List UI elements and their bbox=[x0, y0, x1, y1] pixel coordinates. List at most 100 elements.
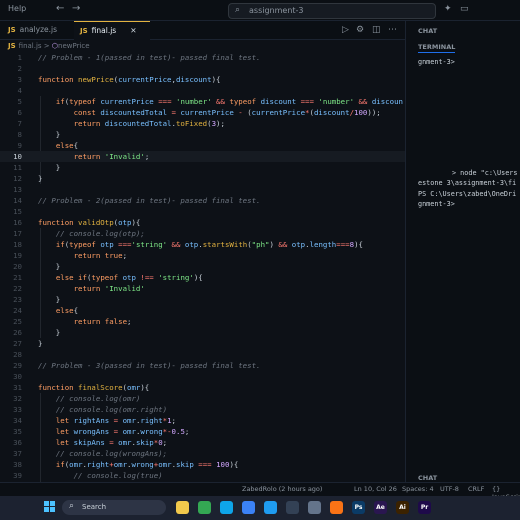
code-line[interactable]: 9 else{ bbox=[0, 140, 405, 151]
chat-footer[interactable]: CHAT bbox=[418, 474, 437, 482]
code-line[interactable]: 24 else{ bbox=[0, 305, 405, 316]
code-line[interactable]: 37 // console.log(wrongAns); bbox=[0, 448, 405, 459]
git-blame[interactable]: ZabedRolo (2 hours ago) bbox=[242, 485, 322, 493]
line-number: 31 bbox=[13, 383, 22, 392]
settings-app-icon[interactable] bbox=[308, 501, 321, 514]
code-text: else{ bbox=[55, 141, 79, 150]
run-icon[interactable]: ▷ bbox=[342, 25, 349, 35]
code-line[interactable]: 33 // console.log(omr.right) bbox=[0, 404, 405, 415]
menu-help[interactable]: Help bbox=[8, 4, 26, 13]
code-line[interactable]: 29 // Problem - 3(passed in test)- passed… bbox=[0, 360, 405, 371]
code-line[interactable]: 14 // Problem - 2(passed in test)- passed… bbox=[0, 195, 405, 206]
command-search-box[interactable]: ⌕ assignment-3 bbox=[228, 3, 436, 19]
code-line[interactable]: 28 bbox=[0, 349, 405, 360]
brave-app-icon[interactable] bbox=[330, 501, 343, 514]
code-text: } bbox=[38, 174, 43, 183]
line-number: 5 bbox=[17, 97, 22, 106]
line-number: 22 bbox=[13, 284, 22, 293]
chrome-app-icon[interactable] bbox=[198, 501, 211, 514]
code-line[interactable]: 16 function validOtp(otp){ bbox=[0, 217, 405, 228]
terminal-line: estone 3\assignment-3\fi bbox=[418, 179, 517, 187]
edge-app-icon[interactable] bbox=[220, 501, 233, 514]
code-line[interactable]: 11 } bbox=[0, 162, 405, 173]
explorer-app-icon[interactable] bbox=[176, 501, 189, 514]
code-line[interactable]: 38 if(omr.right+omr.wrong+omr.skip === 1… bbox=[0, 459, 405, 470]
code-line[interactable]: 25 return false; bbox=[0, 316, 405, 327]
cursor-position[interactable]: Ln 10, Col 26 bbox=[354, 485, 397, 493]
tab-label: analyze.js bbox=[19, 25, 58, 34]
tab-analyze-js[interactable]: JS analyze.js bbox=[4, 21, 74, 39]
taskbar-search[interactable]: ⌕ Search bbox=[62, 500, 166, 515]
line-number: 30 bbox=[13, 372, 22, 381]
line-number: 36 bbox=[13, 438, 22, 447]
line-number: 10 bbox=[13, 152, 22, 161]
code-line[interactable]: 18 if(typeof otp ==='string' && otp.star… bbox=[0, 239, 405, 250]
vscode-app-icon[interactable] bbox=[264, 501, 277, 514]
code-line[interactable]: 36 let skipAns = omr.skip*0; bbox=[0, 437, 405, 448]
photoshop-app-icon[interactable]: Ps bbox=[352, 501, 365, 514]
line-number: 6 bbox=[17, 108, 22, 117]
close-tab-icon[interactable]: ✕ bbox=[130, 26, 136, 35]
code-line[interactable]: 19 return true; bbox=[0, 250, 405, 261]
code-line[interactable]: 3 function newPrice(currentPrice,discount… bbox=[0, 74, 405, 85]
after-effects-app-icon[interactable]: Ae bbox=[374, 501, 387, 514]
code-line[interactable]: 34 let rightAns = omr.right*1; bbox=[0, 415, 405, 426]
line-ending[interactable]: CRLF bbox=[468, 485, 484, 493]
more-actions-icon[interactable]: ⋯ bbox=[388, 25, 397, 35]
illustrator-app-icon[interactable]: Ai bbox=[396, 501, 409, 514]
line-number: 24 bbox=[13, 306, 22, 315]
terminal-app-icon[interactable] bbox=[286, 501, 299, 514]
code-text: // Problem - 2(passed in test)- passed f… bbox=[38, 196, 261, 205]
code-line[interactable]: 31 function finalScore(omr){ bbox=[0, 382, 405, 393]
line-number: 21 bbox=[13, 273, 22, 282]
line-number: 23 bbox=[13, 295, 22, 304]
code-text: if(typeof currentPrice === 'number' && t… bbox=[55, 97, 403, 106]
code-line[interactable]: 20 } bbox=[0, 261, 405, 272]
code-line[interactable]: 23 } bbox=[0, 294, 405, 305]
forward-arrow-icon[interactable]: → bbox=[72, 3, 80, 14]
code-line[interactable]: 26 } bbox=[0, 327, 405, 338]
code-editor[interactable]: 1 // Problem - 1(passed in test)- passed … bbox=[0, 52, 405, 482]
code-line[interactable]: 39 // console.log(true) bbox=[0, 470, 405, 481]
code-text: let wrongAns = omr.wrong*-0.5; bbox=[55, 427, 190, 436]
search-icon: ⌕ bbox=[69, 501, 75, 511]
chat-header[interactable]: CHAT bbox=[418, 27, 437, 35]
split-editor-icon[interactable]: ◫ bbox=[372, 25, 381, 35]
encoding[interactable]: UTF-8 bbox=[440, 485, 459, 493]
javascript-file-icon: JS bbox=[80, 27, 88, 35]
code-line[interactable]: 10 return 'Invalid'; bbox=[0, 151, 405, 162]
code-line[interactable]: 15 bbox=[0, 206, 405, 217]
code-line[interactable]: 27} bbox=[0, 338, 405, 349]
code-line[interactable]: 6 const discountedTotal = currentPrice -… bbox=[0, 107, 405, 118]
code-line[interactable]: 17 // console.log(otp); bbox=[0, 228, 405, 239]
code-line[interactable]: 4 bbox=[0, 85, 405, 96]
code-line[interactable]: 13 bbox=[0, 184, 405, 195]
copilot-icon[interactable]: ✦ bbox=[444, 4, 452, 14]
code-line[interactable]: 35 let wrongAns = omr.wrong*-0.5; bbox=[0, 426, 405, 437]
indentation[interactable]: Spaces: 4 bbox=[402, 485, 434, 493]
code-line[interactable]: 8 } bbox=[0, 129, 405, 140]
code-line[interactable]: 32 // console.log(omr) bbox=[0, 393, 405, 404]
code-line[interactable]: 22 return 'Invalid' bbox=[0, 283, 405, 294]
breadcrumb-separator: > bbox=[43, 42, 50, 50]
terminal-header[interactable]: TERMINAL bbox=[418, 43, 456, 53]
code-text: } bbox=[38, 328, 61, 337]
breadcrumb-file[interactable]: final.js bbox=[19, 42, 42, 50]
back-arrow-icon[interactable]: ← bbox=[56, 3, 64, 14]
layout-icon[interactable]: ▭ bbox=[460, 4, 469, 14]
code-line[interactable]: 2 bbox=[0, 63, 405, 74]
code-line[interactable]: 21 else if(typeof otp !== 'string'){ bbox=[0, 272, 405, 283]
store-app-icon[interactable] bbox=[242, 501, 255, 514]
code-line[interactable]: 12} bbox=[0, 173, 405, 184]
tab-final-js[interactable]: JS final.js ✕ bbox=[74, 21, 150, 40]
code-line[interactable]: 7 return discountedTotal.toFixed(3); bbox=[0, 118, 405, 129]
line-number: 20 bbox=[13, 262, 22, 271]
code-line[interactable]: 5 if(typeof currentPrice === 'number' &&… bbox=[0, 96, 405, 107]
breadcrumb-symbol[interactable]: newPrice bbox=[58, 42, 90, 50]
code-line[interactable]: 1 // Problem - 1(passed in test)- passed … bbox=[0, 52, 405, 63]
code-line[interactable]: 30 bbox=[0, 371, 405, 382]
settings-gear-icon[interactable]: ⚙ bbox=[356, 25, 364, 35]
code-text: } bbox=[38, 339, 43, 348]
premiere-app-icon[interactable]: Pr bbox=[418, 501, 431, 514]
windows-start-icon[interactable] bbox=[44, 501, 56, 513]
